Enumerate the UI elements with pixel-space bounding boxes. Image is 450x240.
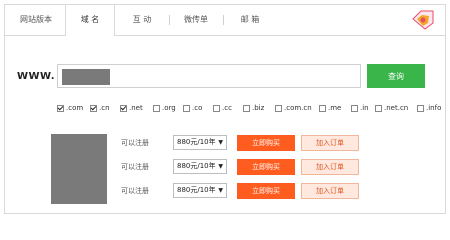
tab-website-version[interactable]: 网站版本 (13, 5, 59, 35)
tld-option-com[interactable]: .com (57, 102, 83, 114)
domain-search-panel: 网站版本 域 名 互 动 微传单 邮 箱 WWW. 查询 .com .cn .n… (4, 4, 446, 214)
query-button[interactable]: 查询 (367, 64, 425, 88)
price-select[interactable]: 880元/10年 ▼ (173, 183, 227, 198)
chevron-down-icon: ▼ (218, 139, 223, 146)
www-prefix-label: WWW. (17, 71, 56, 82)
checkbox-icon[interactable] (213, 104, 220, 112)
tab-flyer[interactable]: 微传单 (171, 5, 221, 35)
buy-now-button[interactable]: 立即购买 (237, 183, 295, 199)
tld-option-info[interactable]: .info (417, 102, 441, 114)
result-row: 可以注册 880元/10年 ▼ 立即购买 加入订单 (121, 159, 371, 175)
result-row: 可以注册 880元/10年 ▼ 立即购买 加入订单 (121, 135, 371, 151)
tld-label: .net (129, 104, 143, 112)
tab-interaction[interactable]: 互 动 (117, 5, 167, 35)
tld-option-in[interactable]: .in (351, 102, 369, 114)
tld-label: .co (192, 104, 203, 112)
tld-option-me[interactable]: .me (319, 102, 341, 114)
tld-option-cc[interactable]: .cc (213, 102, 232, 114)
tld-label: .me (328, 104, 342, 112)
checkbox-icon[interactable] (417, 104, 424, 112)
tld-label: .in (360, 104, 369, 112)
buy-now-button[interactable]: 立即购买 (237, 159, 295, 175)
checkbox-icon[interactable] (319, 104, 326, 112)
tab-divider (169, 15, 170, 25)
corner-logo-icon (412, 10, 434, 30)
price-select[interactable]: 880元/10年 ▼ (173, 135, 227, 150)
tab-domain[interactable]: 域 名 (65, 5, 115, 36)
checkbox-icon[interactable] (243, 104, 250, 112)
checkbox-icon[interactable] (375, 104, 382, 112)
tld-label: .cn (99, 104, 110, 112)
tld-option-net[interactable]: .net (120, 102, 143, 114)
tld-option-co[interactable]: .co (183, 102, 202, 114)
tld-label: .org (162, 104, 176, 112)
checkbox-checked-icon[interactable] (57, 104, 64, 112)
tld-option-cn[interactable]: .cn (90, 102, 110, 114)
tab-divider (223, 15, 224, 25)
add-to-order-button[interactable]: 加入订单 (301, 135, 359, 151)
redacted-domain-list (51, 134, 107, 204)
result-row: 可以注册 880元/10年 ▼ 立即购买 加入订单 (121, 183, 371, 199)
checkbox-icon[interactable] (275, 104, 282, 112)
tld-label: .info (426, 104, 442, 112)
buy-now-button[interactable]: 立即购买 (237, 135, 295, 151)
price-select[interactable]: 880元/10年 ▼ (173, 159, 227, 174)
tld-label: .biz (252, 104, 265, 112)
price-select-value: 880元/10年 (177, 138, 216, 146)
availability-status: 可以注册 (121, 163, 149, 171)
domain-search-input[interactable] (114, 67, 358, 87)
checkbox-checked-icon[interactable] (120, 104, 127, 112)
tld-label: .com.cn (284, 104, 312, 112)
tld-label: .com (66, 104, 84, 112)
checkbox-icon[interactable] (153, 104, 160, 112)
checkbox-checked-icon[interactable] (90, 104, 97, 112)
tab-bar: 网站版本 域 名 互 动 微传单 邮 箱 (5, 5, 445, 36)
availability-status: 可以注册 (121, 187, 149, 195)
chevron-down-icon: ▼ (218, 163, 223, 170)
tld-label: .cc (222, 104, 232, 112)
tab-mailbox[interactable]: 邮 箱 (225, 5, 275, 35)
price-select-value: 880元/10年 (177, 186, 216, 194)
checkbox-icon[interactable] (183, 104, 190, 112)
tld-option-com-cn[interactable]: .com.cn (275, 102, 312, 114)
tld-option-org[interactable]: .org (153, 102, 176, 114)
tld-option-net-cn[interactable]: .net.cn (375, 102, 408, 114)
tld-option-biz[interactable]: .biz (243, 102, 264, 114)
chevron-down-icon: ▼ (218, 187, 223, 194)
add-to-order-button[interactable]: 加入订单 (301, 183, 359, 199)
tld-label: .net.cn (384, 104, 409, 112)
domain-input-box[interactable] (57, 64, 361, 88)
add-to-order-button[interactable]: 加入订单 (301, 159, 359, 175)
price-select-value: 880元/10年 (177, 162, 216, 170)
checkbox-icon[interactable] (351, 104, 358, 112)
redacted-text (62, 69, 110, 85)
availability-status: 可以注册 (121, 139, 149, 147)
